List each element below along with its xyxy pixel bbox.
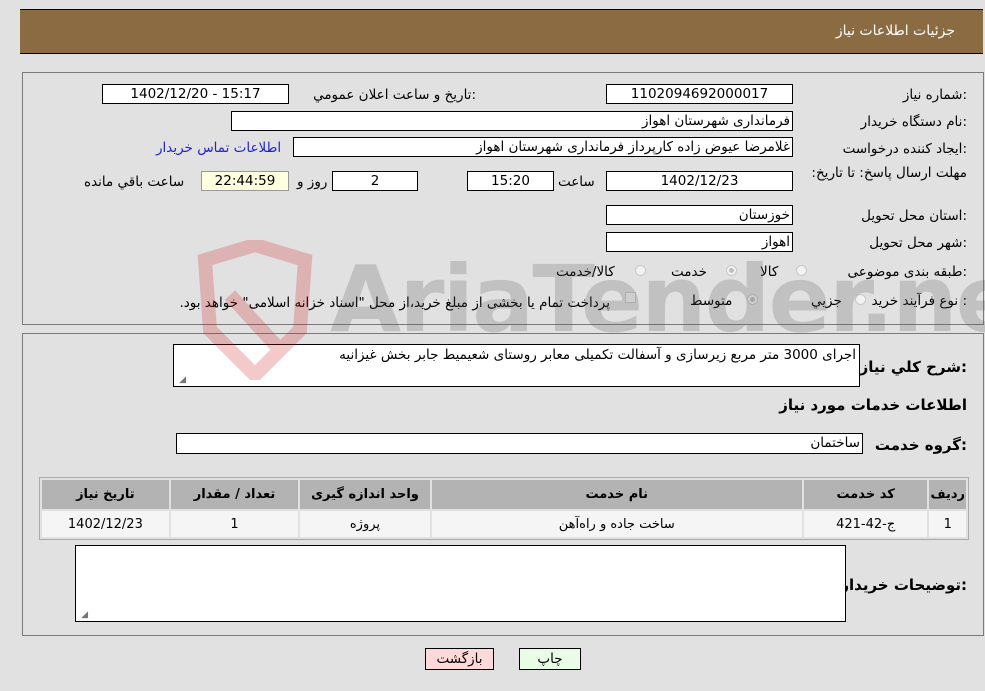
col-header-service-code: کد خدمت [803,480,928,509]
purchase-type-option-minor: جزيي [811,293,842,309]
treasury-checkbox[interactable] [625,292,636,303]
treasury-note: پرداخت تمام یا بخشی از مبلغ خرید،از محل … [179,295,610,311]
city-label: شهر محل تحویل: [869,235,967,251]
deadline-time-field[interactable]: 15:20 [467,171,554,191]
category-option-goods-service: کالا/خدمت [556,264,615,280]
col-header-unit: واحد اندازه گیری [300,480,430,509]
resize-grip-icon[interactable]: ◢ [176,375,186,385]
col-header-service-name: نام خدمت [431,480,802,509]
description-textarea[interactable]: اجرای 3000 متر مربع زیرسازی و آسفالت تکم… [173,344,860,387]
requester-field[interactable]: غلامرضا عیوض زاده کارپرداز فرمانداری شهر… [293,137,793,157]
description-label: شرح کلي نياز: [859,358,967,376]
category-option-goods: کالا [760,264,779,280]
cell-service-code: ج-42-421 [803,511,928,537]
need-number-label: شماره نیاز: [902,87,967,103]
buyer-notes-label: توضیحات خریدار: [840,576,967,594]
category-radio-goods-service[interactable] [635,265,646,276]
col-header-quantity: تعداد / مقدار [170,480,299,509]
remaining-time-field: 22:44:59 [201,171,289,191]
services-table: ردیف کد خدمت نام خدمت واحد اندازه گیری ت… [39,477,969,540]
buyer-org-label: نام دستگاه خریدار: [860,114,967,130]
service-group-field[interactable]: ساختمان [176,433,863,454]
buyer-contact-link[interactable]: اطلاعات تماس خریدار [156,140,281,156]
category-radio-goods[interactable] [796,265,807,276]
province-label: استان محل تحویل: [861,208,967,224]
deadline-date-field[interactable]: 1402/12/23 [606,171,793,191]
resize-grip-icon[interactable]: ◢ [78,610,88,620]
table-row: 1 ج-42-421 ساخت جاده و راه‌آهن پروژه 1 1… [42,511,966,537]
col-header-need-date: تاریخ نیاز [42,480,169,509]
requester-label: ایجاد کننده درخواست: [842,141,967,157]
back-button[interactable]: بازگشت [425,648,494,670]
page-title: جزئیات اطلاعات نیاز [835,23,955,39]
cell-quantity: 1 [170,511,299,537]
buyer-org-field[interactable]: فرمانداری شهرستان اهواز [231,111,793,131]
announce-datetime-label: تاریخ و ساعت اعلان عمومي: [313,87,476,103]
page-header: جزئیات اطلاعات نیاز [20,9,983,54]
remaining-days-field[interactable]: 2 [332,171,418,191]
purchase-type-radio-medium[interactable] [747,294,758,305]
purchase-type-radio-minor[interactable] [855,294,866,305]
table-header-row: ردیف کد خدمت نام خدمت واحد اندازه گیری ت… [42,480,966,509]
services-heading: اطلاعات خدمات مورد نیاز [779,396,967,414]
announce-datetime-field[interactable]: 1402/12/20 - 15:17 [102,84,289,104]
print-button[interactable]: چاپ [519,648,581,670]
city-field[interactable]: اهواز [606,232,793,252]
cell-service-name: ساخت جاده و راه‌آهن [431,511,802,537]
col-header-row-number: ردیف [929,480,966,509]
remaining-time-label: ساعت باقي مانده [84,174,185,190]
province-field[interactable]: خوزستان [606,205,793,225]
need-info-panel [22,72,984,325]
days-label: روز و [297,174,328,190]
category-option-service: خدمت [671,264,707,280]
service-group-label: گروه خدمت: [874,436,967,454]
deadline-time-label: ساعت [558,174,595,190]
deadline-label: مهلت ارسال پاسخ: تا تاریخ: [811,165,967,181]
purchase-type-label: نوع فرآیند خرید : [871,293,967,309]
cell-unit: پروژه [300,511,430,537]
purchase-type-option-medium: متوسط [690,293,733,309]
category-label: طبقه بندی موضوعی: [847,264,967,280]
need-number-field[interactable]: 1102094692000017 [606,84,793,104]
description-text: اجرای 3000 متر مربع زیرسازی و آسفالت تکم… [339,347,856,363]
cell-row-number: 1 [929,511,966,537]
cell-need-date: 1402/12/23 [42,511,169,537]
buyer-notes-textarea[interactable]: ◢ [75,545,846,622]
category-radio-service[interactable] [726,265,737,276]
